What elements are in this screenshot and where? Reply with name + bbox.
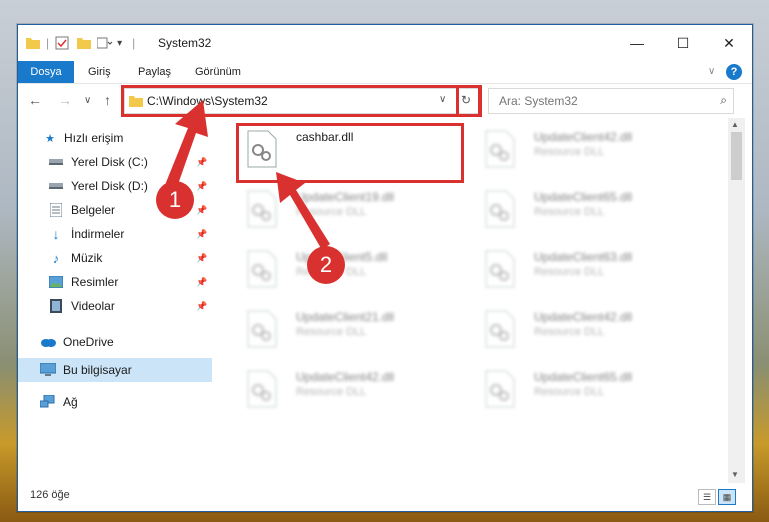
arrow-2	[276, 172, 330, 250]
callout-1: 1	[156, 181, 194, 219]
arrow-1	[165, 100, 208, 190]
annotation-arrows	[165, 100, 330, 250]
callout-2: 2	[307, 246, 345, 284]
